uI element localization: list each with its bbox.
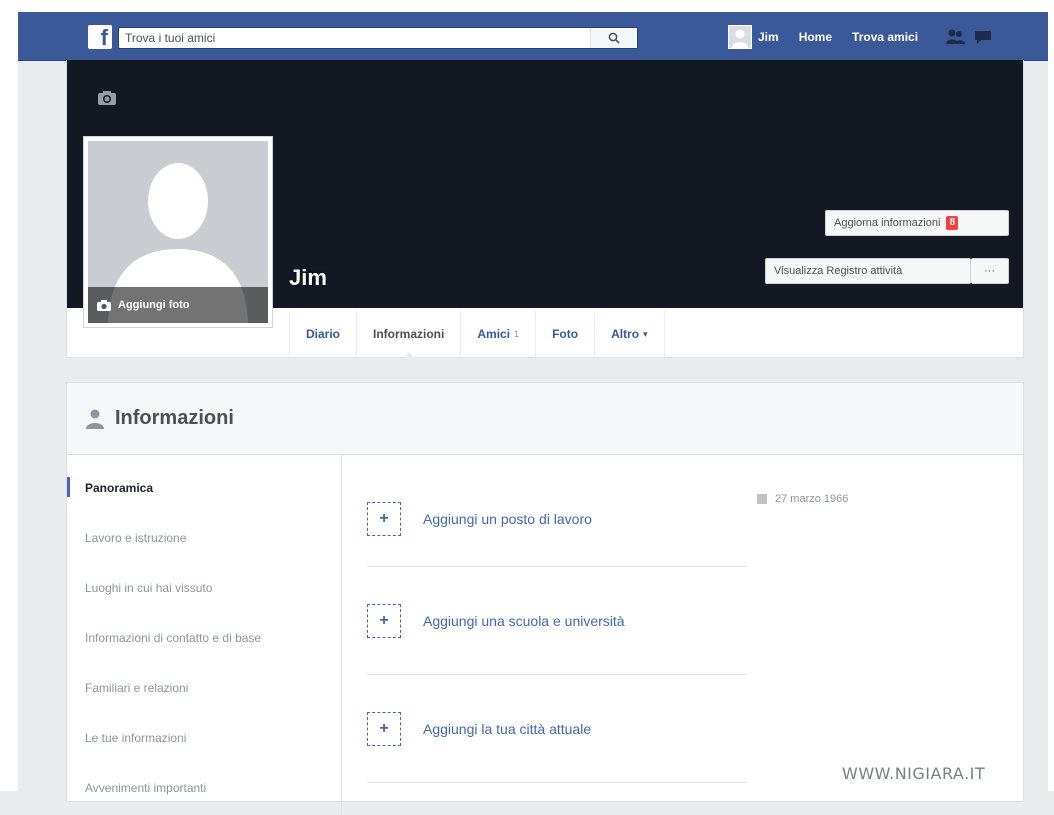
side-item-family-relationships[interactable]: Familiari e relazioni	[67, 663, 341, 713]
update-info-button[interactable]: Aggiorna informazioni 8	[825, 210, 1009, 236]
tab-more-label: Altro	[611, 327, 640, 341]
add-workplace-plus-icon: +	[367, 501, 401, 536]
screenshot-frame-top	[0, 0, 1054, 12]
search-button[interactable]	[590, 28, 637, 48]
tab-about-label: Informazioni	[373, 327, 445, 341]
about-section-card: Informazioni Panoramica Lavoro e istruzi…	[66, 382, 1024, 815]
tab-friends[interactable]: Amici 1	[461, 310, 537, 358]
screenshot-frame-right	[1048, 0, 1054, 791]
avatar-silhouette-icon	[732, 29, 748, 48]
side-item-overview[interactable]: Panoramica	[67, 463, 341, 513]
calendar-icon	[757, 494, 767, 504]
add-workplace-row[interactable]: + Aggiungi un posto di lavoro	[367, 471, 747, 567]
tab-more[interactable]: Altro ▾	[595, 310, 665, 358]
update-info-label: Aggiorna informazioni	[834, 217, 941, 229]
tab-timeline[interactable]: Diario	[289, 310, 358, 358]
activity-log-button[interactable]: Visualizza Registro attività	[765, 258, 971, 284]
facebook-logo-icon[interactable]: f	[88, 25, 112, 50]
birthdate-text: 27 marzo 1966	[775, 493, 849, 505]
friends-count: 1	[514, 329, 520, 339]
add-current-city-row[interactable]: + Aggiungi la tua città attuale	[367, 675, 747, 783]
search-input[interactable]	[119, 28, 591, 48]
add-city-plus-icon: +	[367, 711, 401, 746]
tab-timeline-label: Diario	[306, 327, 341, 341]
add-photo-button[interactable]: Aggiungi foto	[88, 287, 268, 323]
more-options-button[interactable]: ···	[971, 258, 1009, 284]
nav-find-friends-link[interactable]: Trova amici	[852, 30, 918, 44]
camera-icon	[97, 299, 111, 311]
profile-header-card: Jim Aggiorna informazioni 8 Visualizza R…	[66, 60, 1024, 359]
add-current-city-link[interactable]: Aggiungi la tua città attuale	[423, 721, 591, 737]
add-school-row[interactable]: + Aggiungi una scuola e università	[367, 567, 747, 675]
add-school-plus-icon: +	[367, 603, 401, 638]
profile-picture[interactable]: Aggiungi foto	[88, 141, 268, 323]
add-school-link[interactable]: Aggiungi una scuola e università	[423, 613, 625, 629]
add-photo-label: Aggiungi foto	[118, 299, 190, 311]
side-item-life-events[interactable]: Avvenimenti importanti	[67, 763, 341, 813]
about-side-navigation: Panoramica Lavoro e istruzione Luoghi in…	[67, 455, 342, 815]
person-icon	[86, 409, 104, 429]
tab-photos-label: Foto	[552, 327, 579, 341]
top-navigation-bar: f Jim Home Trova amici	[18, 12, 1048, 61]
messages-icon[interactable]	[972, 26, 994, 48]
more-options-label: ···	[984, 265, 995, 277]
cover-camera-icon[interactable]	[97, 90, 117, 111]
side-item-contact-basic-info[interactable]: Informazioni di contatto e di base	[67, 613, 341, 663]
update-info-badge: 8	[946, 216, 959, 230]
tab-photos[interactable]: Foto	[536, 310, 596, 358]
side-item-details-about-you[interactable]: Le tue informazioni	[67, 713, 341, 763]
search-icon	[608, 32, 620, 44]
nav-user-name-link[interactable]: Jim	[758, 30, 779, 44]
overview-content: + Aggiungi un posto di lavoro + Aggiungi…	[367, 471, 747, 783]
top-nav-right: Jim Home Trova amici	[728, 24, 994, 50]
chevron-down-icon: ▾	[643, 328, 648, 339]
screenshot-frame-left	[0, 0, 18, 791]
friend-requests-icon[interactable]	[944, 26, 966, 48]
add-workplace-link[interactable]: Aggiungi un posto di lavoro	[423, 511, 592, 527]
watermark-text: WWW.NIGIARA.IT	[842, 764, 986, 783]
tab-friends-label: Amici	[477, 327, 511, 341]
birthdate-row: 27 marzo 1966	[757, 493, 848, 505]
profile-picture-frame: Aggiungi foto	[83, 136, 273, 328]
tab-about[interactable]: Informazioni	[357, 310, 462, 359]
profile-tabs: Diario Informazioni Amici 1 Foto Altro ▾	[289, 310, 665, 359]
profile-name: Jim	[289, 265, 327, 290]
nav-home-link[interactable]: Home	[799, 30, 832, 44]
about-section-title: Informazioni	[115, 407, 234, 429]
side-item-work-education[interactable]: Lavoro e istruzione	[67, 513, 341, 563]
user-avatar[interactable]	[728, 25, 752, 49]
activity-log-label: Visualizza Registro attività	[774, 265, 903, 277]
about-section-header: Informazioni	[67, 383, 1023, 455]
search-box	[118, 27, 638, 49]
side-item-places-lived[interactable]: Luoghi in cui hai vissuto	[67, 563, 341, 613]
